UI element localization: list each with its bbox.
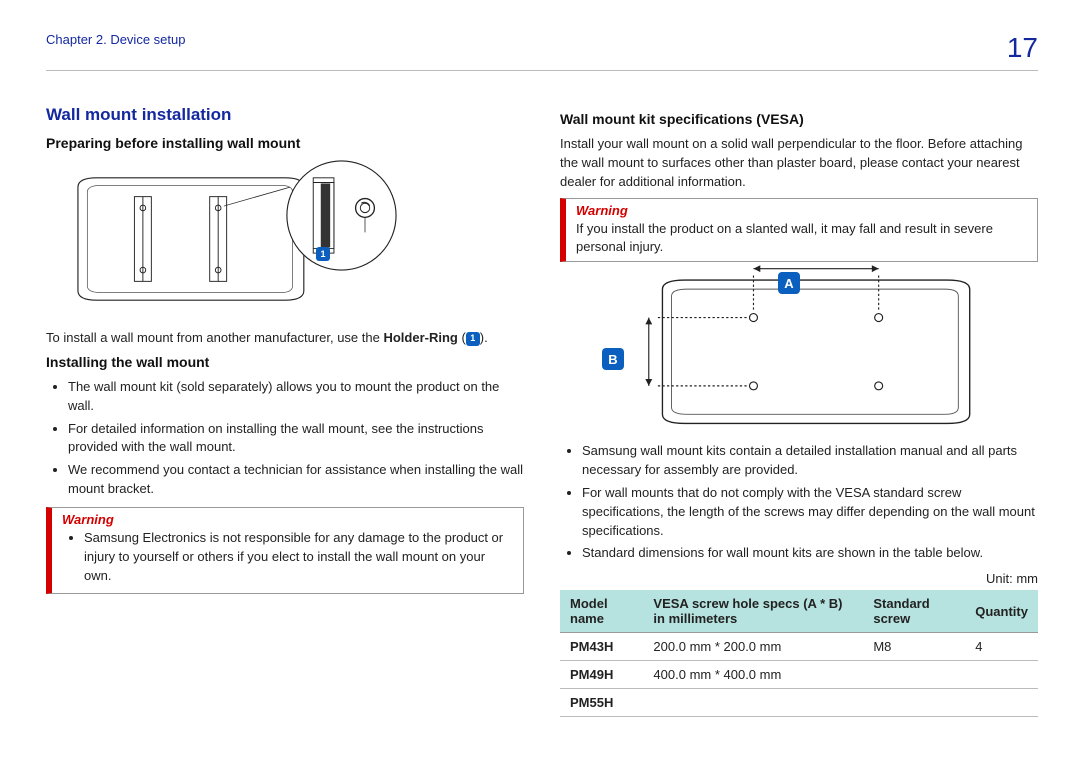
table-header-row: Model name VESA screw hole specs (A * B)… [560, 590, 1038, 633]
caption-text: To install a wall mount from another man… [46, 330, 383, 345]
vesa-intro: Install your wall mount on a solid wall … [560, 135, 1038, 192]
vesa-spec-table: Model name VESA screw hole specs (A * B)… [560, 590, 1038, 717]
dimension-label-A: A [778, 272, 800, 294]
left-column: Wall mount installation Preparing before… [46, 105, 524, 717]
cell-screw [863, 661, 965, 689]
warning-text: If you install the product on a slanted … [576, 220, 1027, 258]
th-screw: Standard screw [863, 590, 965, 633]
right-column: Wall mount kit specifications (VESA) Ins… [560, 105, 1038, 717]
cell-spec: 400.0 mm * 400.0 mm [643, 661, 863, 689]
unit-label: Unit: mm [560, 571, 1038, 586]
holder-ring-ref-label: 1 [316, 247, 330, 261]
list-item: For detailed information on installing t… [68, 420, 524, 458]
th-model: Model name [560, 590, 643, 633]
cell-spec [643, 689, 863, 717]
dimension-label-B: B [602, 348, 624, 370]
th-qty: Quantity [965, 590, 1038, 633]
cell-model: PM55H [560, 689, 643, 717]
subheading-preparing: Preparing before installing wall mount [46, 135, 524, 151]
cell-qty: 4 [965, 633, 1038, 661]
holder-ring-bold: Holder-Ring [383, 330, 457, 345]
cell-model: PM49H [560, 661, 643, 689]
warning-title: Warning [62, 512, 513, 527]
warning-box-left: Warning Samsung Electronics is not respo… [46, 507, 524, 595]
holder-ring-caption: To install a wall mount from another man… [46, 329, 524, 348]
holder-ring-ref-inline: 1 [466, 332, 480, 346]
cell-qty [965, 661, 1038, 689]
chapter-label: Chapter 2. Device setup [46, 32, 185, 47]
table-row: PM49H 400.0 mm * 400.0 mm [560, 661, 1038, 689]
subheading-installing: Installing the wall mount [46, 354, 524, 370]
cell-model: PM43H [560, 633, 643, 661]
caption-text: ). [480, 330, 488, 345]
th-spec: VESA screw hole specs (A * B) in millime… [643, 590, 863, 633]
cell-spec: 200.0 mm * 200.0 mm [643, 633, 863, 661]
cell-screw: M8 [863, 633, 965, 661]
installing-bullets: The wall mount kit (sold separately) all… [46, 378, 524, 499]
cell-screw [863, 689, 965, 717]
figure-vesa-dimensions: A B [560, 272, 1038, 432]
warning-title: Warning [576, 203, 1027, 218]
list-item: We recommend you contact a technician fo… [68, 461, 524, 499]
cell-qty [965, 689, 1038, 717]
list-item: Standard dimensions for wall mount kits … [582, 544, 1038, 563]
section-title: Wall mount installation [46, 105, 524, 125]
device-rear-illustration [46, 159, 524, 319]
list-item: For wall mounts that do not comply with … [582, 484, 1038, 541]
figure-wall-mount-prep: 1 [46, 159, 524, 319]
content-columns: Wall mount installation Preparing before… [46, 105, 1038, 717]
table-row: PM43H 200.0 mm * 200.0 mm M8 4 [560, 633, 1038, 661]
vesa-bullets: Samsung wall mount kits contain a detail… [560, 442, 1038, 563]
caption-text: ( [458, 330, 466, 345]
subheading-vesa: Wall mount kit specifications (VESA) [560, 111, 1038, 127]
page-header: Chapter 2. Device setup 17 [46, 32, 1038, 71]
table-row: PM55H [560, 689, 1038, 717]
warning-list: Samsung Electronics is not responsible f… [62, 529, 513, 586]
list-item: The wall mount kit (sold separately) all… [68, 378, 524, 416]
page-number: 17 [1007, 32, 1038, 64]
warning-box-right: Warning If you install the product on a … [560, 198, 1038, 263]
list-item: Samsung Electronics is not responsible f… [84, 529, 513, 586]
